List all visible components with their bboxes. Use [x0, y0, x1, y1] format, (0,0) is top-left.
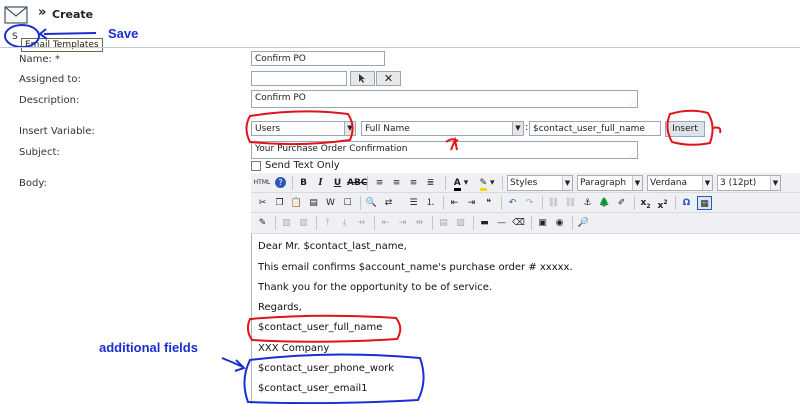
additional-fields-annotation: additional fields	[99, 340, 198, 355]
